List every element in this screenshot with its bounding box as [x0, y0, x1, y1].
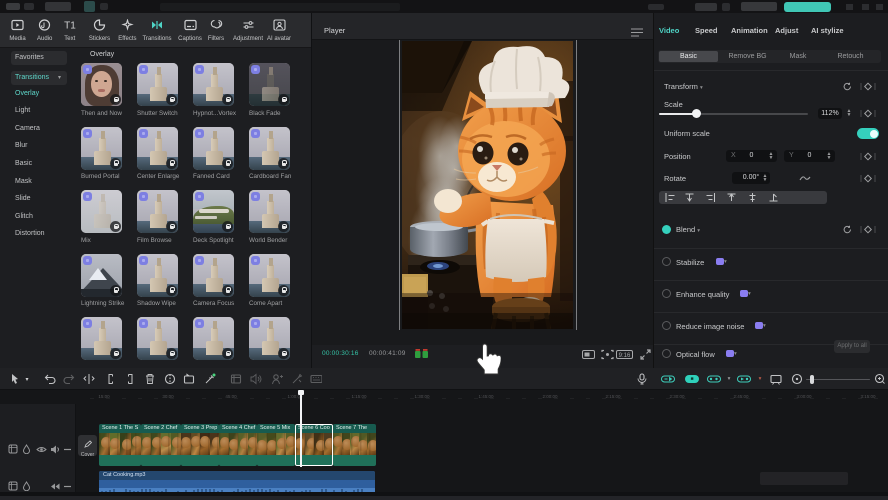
svg-text:9:16: 9:16: [619, 353, 631, 359]
svg-text:T1: T1: [64, 21, 76, 32]
